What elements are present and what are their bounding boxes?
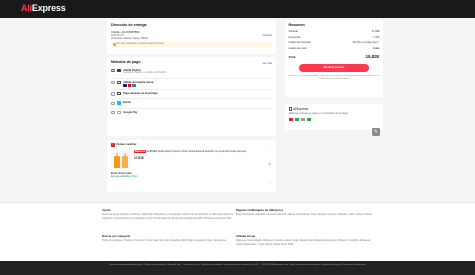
product-price: 17,81€	[134, 155, 144, 160]
mastercard-icon	[127, 84, 132, 87]
quantity-value[interactable]: 1	[269, 163, 270, 166]
footer-multilingual-links[interactable]: Rusa, Portuguesa, Española, Francesa, Al…	[236, 214, 376, 217]
divider	[111, 77, 272, 79]
product-image[interactable]	[111, 149, 131, 170]
footer-alibaba-links[interactable]: Página de Grupo Alibaba, AliExpress, Ali…	[236, 240, 376, 247]
footer-browse: Buscar por categoría Todos los populares…	[102, 234, 242, 244]
cash-icon	[116, 92, 122, 96]
address-title: Dirección de entrega	[111, 23, 147, 27]
badge-icon	[288, 118, 293, 121]
footer-multilingual-title: Páginas multilingües de AliExpress	[236, 208, 284, 212]
shipping-estimate: Entrega estimada: 2-8 jun	[111, 175, 138, 178]
feedback-edit-icon[interactable]: ✎	[372, 128, 380, 136]
paypal-icon	[116, 68, 122, 72]
payment-option-paypal[interactable]: Añadir PayPal Seguridad, rapidez y senci…	[111, 68, 272, 75]
summary-title: Resumen	[288, 23, 305, 27]
shield-icon	[288, 107, 292, 111]
radio-selected[interactable]	[111, 68, 115, 73]
promo-code-row[interactable]: Código promocional Escribe el código aquí…	[289, 41, 380, 44]
footer-multilingual: Páginas multilingües de AliExpress Rusa,…	[236, 208, 376, 218]
radio[interactable]	[111, 101, 115, 106]
amex-icon	[132, 84, 136, 87]
address-warning: ! Por favor, actualiza tu dirección para…	[111, 42, 272, 47]
card-brands	[123, 84, 153, 87]
payment-sub-paypal: Seguridad, rapidez y sencillez con PayPa…	[123, 72, 166, 75]
order-summary-card: Resumen Subtotal 17,81€ Descuento -2,99€ C…	[285, 20, 383, 97]
footer-alibaba: Alibaba Group Página de Grupo Alibaba, A…	[236, 234, 376, 247]
payment-option-googlepay[interactable]: Google Pay	[111, 110, 272, 115]
more-options-icon[interactable]: ...	[269, 142, 272, 147]
security-badges	[288, 118, 380, 121]
store-checkbox[interactable]: ✓	[111, 143, 115, 147]
view-more-payment-link[interactable]: Ver más	[262, 62, 272, 65]
payment-label-bizum: Bizum	[123, 101, 131, 105]
store-name[interactable]: Fenuo Lancher	[117, 142, 137, 147]
order-items-card: ✓ Fenuo Lancher ... Welcome GARNIER Deli…	[107, 140, 276, 192]
shipping-more-chevron[interactable]: ›	[269, 182, 270, 185]
product-title[interactable]: Welcome GARNIER Delial Spray Protector S…	[134, 149, 272, 153]
product-bottle	[121, 152, 128, 168]
badge-icon	[294, 118, 299, 121]
place-order-button[interactable]: Realizar pedido	[299, 64, 369, 72]
buyer-protection-card: AliExpress AliExpress protege tus pagos …	[285, 104, 383, 130]
summary-shipping: Gastos de envío Gratis	[288, 46, 380, 50]
google-pay-icon	[116, 110, 122, 114]
footer-alibaba-title: Alibaba Group	[236, 234, 256, 238]
shipping-info: Envío: Envío gratis Entrega estimada: 2-…	[111, 173, 272, 179]
welcome-badge: Welcome	[134, 149, 146, 153]
legal-bottom-bar[interactable]: Derechos de propiedad intelectual · Polí…	[0, 261, 475, 275]
divider	[111, 107, 272, 109]
footer-help: Ayuda Centro de ayuda, Disputas e inform…	[102, 208, 242, 221]
product-bottle	[113, 152, 120, 168]
address-city: Chamartín, Madrid, Spain, 28001	[111, 37, 148, 41]
payment-option-card[interactable]: Añadir una tarjeta nueva	[111, 80, 272, 87]
radio[interactable]	[111, 92, 115, 96]
divider	[111, 98, 272, 99]
bizum-icon	[116, 101, 122, 105]
credit-card-icon	[116, 80, 122, 84]
footer-browse-links[interactable]: Todos los populares, Producto, Promoción…	[102, 240, 242, 243]
summary-subtotal: Subtotal 17,81€	[288, 30, 380, 34]
badge-icon	[306, 118, 311, 121]
top-navbar: AliExpress	[0, 0, 475, 18]
legal-text: Al hacer clic en Realizar pedido, confir…	[288, 75, 380, 81]
change-address-link[interactable]: Cambiar	[262, 34, 272, 37]
warning-icon: !	[113, 43, 116, 46]
summary-total: Total 15,82€	[288, 54, 380, 60]
payment-methods-card: Métodos de pago Ver más Añadir PayPal Se…	[107, 57, 276, 136]
protection-title: AliExpress	[293, 107, 309, 111]
payment-title: Métodos de pago	[111, 60, 141, 64]
site-footer: Ayuda Centro de ayuda, Disputas e inform…	[0, 202, 475, 261]
footer-help-title: Ayuda	[102, 208, 111, 212]
address-warning-text: Por favor, actualiza tu dirección para c…	[116, 42, 164, 45]
summary-discount: Descuento -2,99€	[288, 35, 380, 39]
badge-icon	[300, 118, 305, 121]
radio[interactable]	[111, 80, 115, 85]
divider	[111, 89, 272, 90]
store-header: ✓ Fenuo Lancher	[111, 142, 272, 147]
payment-option-cod[interactable]: Pago después de la entrega	[111, 92, 272, 96]
delivery-address-card: Dirección de entrega Charlie +34 (0)6567…	[107, 20, 276, 54]
payment-label-googlepay: Google Pay	[123, 110, 138, 114]
protection-text: AliExpress protege tus pagos y la inform…	[288, 113, 349, 116]
footer-help-links[interactable]: Centro de ayuda, Disputas e informes, Po…	[102, 214, 242, 221]
payment-label-cod: Pago después de la entrega	[123, 92, 158, 96]
aliexpress-logo[interactable]: AliExpress	[21, 3, 66, 15]
visa-icon	[123, 84, 127, 87]
product-row: Welcome GARNIER Delial Spray Protector S…	[111, 149, 272, 170]
footer-browse-title: Buscar por categoría	[102, 234, 130, 238]
payment-label-card: Añadir una tarjeta nueva	[123, 80, 154, 84]
payment-option-bizum[interactable]: Bizum	[111, 101, 272, 106]
radio[interactable]	[111, 110, 115, 115]
